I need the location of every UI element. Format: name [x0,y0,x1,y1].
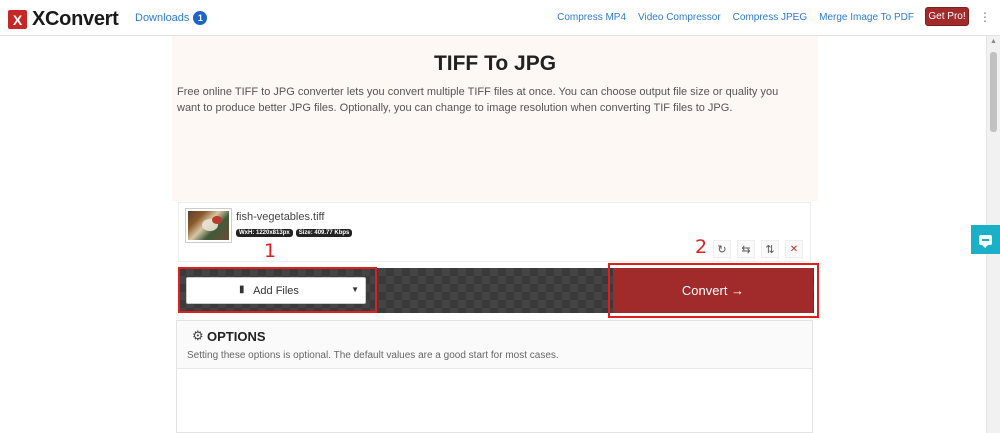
navbar: X XConvert Downloads 1 Compress MP4 Vide… [0,0,1000,36]
get-pro-button[interactable]: Get Pro! [925,7,969,26]
nav-link-compress-mp4[interactable]: Compress MP4 [557,12,626,23]
page-title: TIFF To JPG [433,52,557,75]
gear-icon: ⚙ [192,328,204,343]
flip-horizontal-button[interactable]: ⇆ [737,240,755,258]
rotate-button[interactable]: ↻ [713,240,731,258]
add-files-button[interactable]: ▮ Add Files ▼ [186,277,366,304]
file-name: fish-vegetables.tiff [236,211,325,223]
options-panel: ⚙ OPTIONS Setting these options is optio… [176,320,813,433]
close-icon: ✕ [789,243,799,255]
flip-vertical-icon: ⇅ [765,243,775,256]
remove-file-button[interactable]: ✕ [785,240,803,258]
add-files-label: Add Files [253,284,299,297]
downloads-link[interactable]: Downloads 1 [135,11,208,25]
flip-horizontal-icon: ⇆ [741,243,751,256]
file-icon: ▮ [239,284,245,295]
nav-link-compress-jpeg[interactable]: Compress JPEG [733,12,807,23]
step-1-annotation: 1 [264,240,277,262]
caret-down-icon: ▼ [351,285,359,294]
file-actions: ↻ ⇆ ⇅ ✕ [713,240,803,258]
thumbnail-image [188,211,229,240]
scrollbar-thumb[interactable] [990,52,997,132]
brand-logo[interactable]: X XConvert [8,8,119,31]
chat-icon [979,234,992,248]
options-title: OPTIONS [207,329,266,344]
flip-vertical-button[interactable]: ⇅ [761,240,779,258]
file-tags: WxH: 1220x813px Size: 409.77 Kbps [236,229,353,237]
more-menu-icon[interactable]: ⋮ [979,11,991,23]
scroll-up-icon[interactable]: ▲ [990,38,997,45]
rotate-icon: ↻ [717,243,727,256]
step-2-annotation: 2 [695,236,708,258]
downloads-label: Downloads [135,12,190,24]
convert-button[interactable]: Convert → [613,268,813,313]
options-description: Setting these options is optional. The d… [187,350,559,361]
nav-link-video-compressor[interactable]: Video Compressor [638,12,721,23]
dimensions-tag: WxH: 1220x813px [236,229,293,237]
size-tag: Size: 409.77 Kbps [295,229,353,237]
downloads-count-badge: 1 [193,11,208,25]
chat-widget-button[interactable] [971,225,1000,254]
nav-link-merge-image-to-pdf[interactable]: Merge Image To PDF [819,12,914,23]
options-header: ⚙ OPTIONS Setting these options is optio… [177,321,812,369]
hero-section: TIFF To JPG Free online TIFF to JPG conv… [172,36,818,201]
page-description: Free online TIFF to JPG converter lets y… [177,86,779,114]
convert-label: Convert → [681,283,745,298]
nav-links: Compress MP4 Video Compressor Compress J… [557,12,914,23]
brand-name: XConvert [32,8,119,30]
logo-icon: X [8,10,27,29]
file-thumbnail [185,208,232,243]
